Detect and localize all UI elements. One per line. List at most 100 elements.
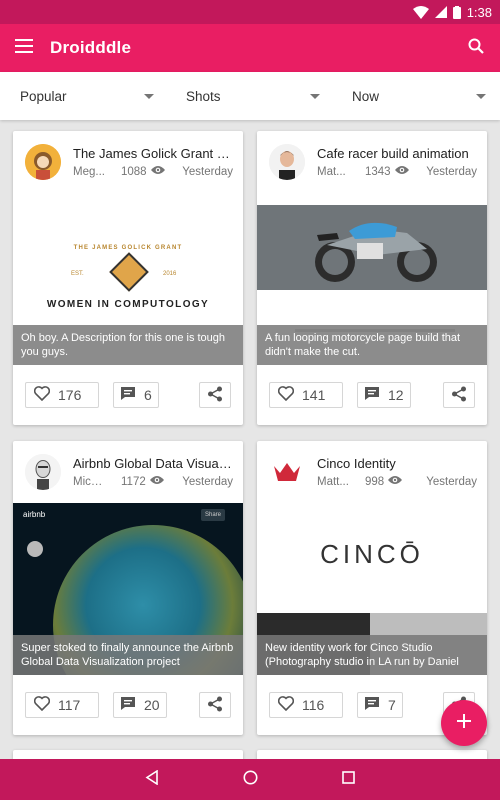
- comment-button[interactable]: 20: [113, 692, 167, 718]
- sort-dropdown[interactable]: Popular: [0, 72, 166, 120]
- card-header: Cafe racer build animation Mat... 1343 Y…: [257, 131, 487, 193]
- comment-count: 20: [144, 697, 160, 713]
- avatar[interactable]: [25, 144, 61, 180]
- status-bar: 1:38: [0, 0, 500, 24]
- card-header: Airbnb Global Data Visualiz... Mich... 1…: [13, 441, 243, 503]
- cinco-logo-text: CINCŌ: [320, 539, 424, 569]
- author-name[interactable]: Meg...: [73, 166, 105, 178]
- app-title: Droidddle: [50, 38, 132, 57]
- motorcycle-illustration: [257, 205, 487, 290]
- share-icon: [451, 386, 467, 405]
- like-button[interactable]: 117: [25, 692, 99, 718]
- battery-icon: [452, 5, 461, 19]
- type-dropdown-value: Shots: [186, 88, 221, 104]
- grant-logo-icon: [109, 252, 149, 292]
- dropdown-arrow-icon: [144, 93, 154, 99]
- navigation-bar: [0, 759, 500, 800]
- eye-icon: [388, 475, 403, 488]
- app-bar: Droidddle: [0, 24, 500, 72]
- like-button[interactable]: 141: [269, 382, 343, 408]
- shot-image[interactable]: CINCŌ New identity work for Cinco Studio…: [257, 503, 487, 675]
- eye-icon: [394, 165, 409, 178]
- comment-button[interactable]: 12: [357, 382, 411, 408]
- shot-card[interactable]: The James Golick Grant fo... Meg... 1088…: [13, 131, 243, 425]
- card-actions: 176 6: [13, 365, 243, 425]
- comment-icon: [364, 386, 380, 404]
- share-icon: [207, 696, 223, 715]
- recents-icon[interactable]: [342, 770, 355, 789]
- author-name[interactable]: Mich...: [73, 476, 105, 488]
- video-share-label: Share: [201, 509, 225, 521]
- shot-card[interactable]: Airbnb Global Data Visualiz... Mich... 1…: [13, 441, 243, 735]
- comment-count: 7: [388, 697, 396, 713]
- post-time: Yesterday: [182, 475, 233, 488]
- shot-description: Oh boy. A Description for this one is to…: [13, 325, 243, 365]
- shot-card[interactable]: Cinco Identity Matt... 998 Yesterday CIN…: [257, 441, 487, 735]
- search-button[interactable]: [452, 24, 500, 72]
- shot-title[interactable]: The James Golick Grant fo...: [73, 146, 233, 161]
- eye-icon: [150, 165, 165, 178]
- share-button[interactable]: [443, 382, 475, 408]
- shot-title[interactable]: Cafe racer build animation: [317, 146, 477, 161]
- wifi-icon: [412, 5, 429, 19]
- shot-description: New identity work for Cinco Studio (Phot…: [257, 635, 487, 675]
- post-time: Yesterday: [426, 475, 477, 488]
- avatar[interactable]: [25, 454, 61, 490]
- card-header: Cinco Identity Matt... 998 Yesterday: [257, 441, 487, 503]
- shot-description: Super stoked to finally announce the Air…: [13, 635, 243, 675]
- like-count: 116: [302, 697, 325, 713]
- post-time: Yesterday: [182, 165, 233, 178]
- card-actions: 141 12: [257, 365, 487, 425]
- shot-title[interactable]: Airbnb Global Data Visualiz...: [73, 456, 233, 471]
- moon-graphic: [27, 541, 43, 557]
- airbnb-logo-text: airbnb: [23, 510, 46, 519]
- grant-main-text: WOMEN IN COMPUTOLOGY: [46, 299, 210, 310]
- home-icon[interactable]: [243, 770, 258, 790]
- shot-title[interactable]: Cinco Identity: [317, 456, 477, 471]
- avatar[interactable]: [269, 144, 305, 180]
- like-count: 176: [58, 387, 82, 403]
- shot-image[interactable]: airbnb Share Super stoked to finally ann…: [13, 503, 243, 675]
- back-icon[interactable]: [145, 769, 159, 790]
- avatar[interactable]: [269, 454, 305, 490]
- comment-icon: [120, 696, 136, 714]
- share-button[interactable]: [199, 692, 231, 718]
- type-dropdown[interactable]: Shots: [166, 72, 332, 120]
- like-count: 141: [302, 387, 326, 403]
- shot-image[interactable]: A fun looping motorcycle page build that…: [257, 193, 487, 365]
- time-dropdown-value: Now: [352, 88, 380, 104]
- author-name[interactable]: Matt...: [317, 476, 349, 488]
- post-time: Yesterday: [426, 165, 477, 178]
- comment-icon: [364, 696, 380, 714]
- like-button[interactable]: 176: [25, 382, 99, 408]
- signal-icon: [434, 6, 447, 18]
- add-shot-button[interactable]: [441, 700, 487, 746]
- share-button[interactable]: [199, 382, 231, 408]
- est-text: EST.: [71, 271, 84, 277]
- comment-button[interactable]: 7: [357, 692, 403, 718]
- author-name[interactable]: Mat...: [317, 166, 349, 178]
- menu-icon: [15, 38, 33, 58]
- heart-icon: [277, 386, 295, 404]
- comment-icon: [120, 386, 136, 404]
- search-icon: [468, 38, 484, 59]
- heart-icon: [33, 696, 51, 714]
- shot-description: A fun looping motorcycle page build that…: [257, 325, 487, 365]
- dropdown-arrow-icon: [476, 93, 486, 99]
- time-dropdown[interactable]: Now: [332, 72, 498, 120]
- like-button[interactable]: 116: [269, 692, 343, 718]
- view-count: 1172: [121, 475, 146, 488]
- eye-icon: [149, 475, 164, 488]
- share-icon: [207, 386, 223, 405]
- grant-arc-text: THE JAMES GOLICK GRANT: [73, 245, 183, 251]
- comment-button[interactable]: 6: [113, 382, 159, 408]
- comment-count: 6: [144, 387, 152, 403]
- filter-bar: Popular Shots Now: [0, 72, 500, 120]
- card-actions: 117 20: [13, 675, 243, 735]
- status-time: 1:38: [466, 4, 492, 20]
- view-count: 1088: [121, 165, 147, 178]
- shot-card[interactable]: Cafe racer build animation Mat... 1343 Y…: [257, 131, 487, 425]
- shot-image[interactable]: THE JAMES GOLICK GRANT EST. 2016 WOMEN I…: [13, 193, 243, 365]
- heart-icon: [33, 386, 51, 404]
- menu-button[interactable]: [0, 24, 48, 72]
